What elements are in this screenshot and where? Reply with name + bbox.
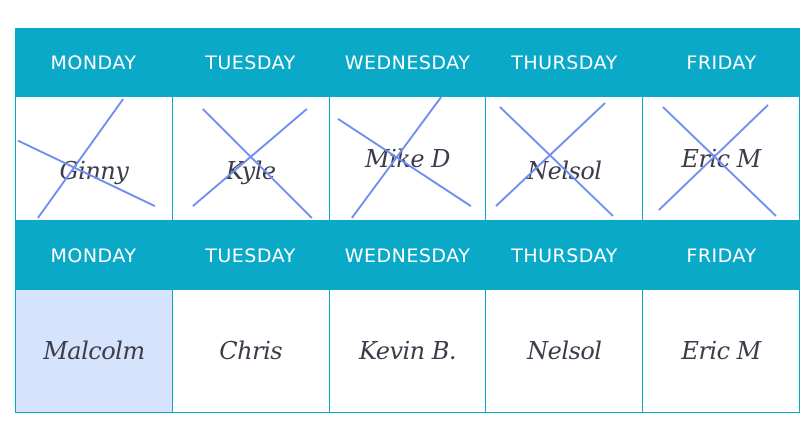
- day-header-wednesday: WEDNESDAY: [344, 244, 471, 267]
- assignee-name: Chris: [219, 337, 283, 365]
- day-header-friday: FRIDAY: [686, 244, 757, 267]
- day-header-thursday: THURSDAY: [511, 244, 618, 267]
- day-header-tuesday: TUESDAY: [205, 51, 296, 74]
- assignee-name: Eric M: [681, 337, 761, 365]
- day-header-wednesday: WEDNESDAY: [344, 51, 471, 74]
- day-header-tuesday: TUESDAY: [205, 244, 296, 267]
- week2-names-row: Malcolm Chris Kevin B. Nelsol Eric M: [15, 290, 800, 413]
- week2-cell-monday[interactable]: Malcolm: [15, 290, 172, 413]
- week1-names-row: Ginny Kyle Mike D Nelsol Eric M: [15, 97, 800, 221]
- assignee-name: Kevin B.: [358, 337, 457, 365]
- assignee-name: Malcolm: [43, 337, 145, 365]
- day-header-monday: MONDAY: [50, 51, 137, 74]
- week1-cell-tuesday[interactable]: Kyle: [171, 97, 329, 221]
- day-header-friday: FRIDAY: [686, 51, 757, 74]
- week2-cell-thursday[interactable]: Nelsol: [485, 290, 643, 413]
- week1-cell-monday[interactable]: Ginny: [15, 97, 172, 221]
- day-header-monday: MONDAY: [50, 244, 137, 267]
- day-header-thursday: THURSDAY: [511, 51, 618, 74]
- assignee-name: Eric M: [681, 144, 761, 173]
- assignee-name: Ginny: [59, 156, 129, 185]
- week2-cell-tuesday[interactable]: Chris: [171, 290, 329, 413]
- week2-header-row: MONDAY TUESDAY WEDNESDAY THURSDAY FRIDAY: [15, 221, 800, 290]
- week2-cell-wednesday[interactable]: Kevin B.: [328, 290, 486, 413]
- week2-cell-friday[interactable]: Eric M: [642, 290, 800, 413]
- week1-header-row: MONDAY TUESDAY WEDNESDAY THURSDAY FRIDAY: [15, 28, 800, 97]
- week1-cell-friday[interactable]: Eric M: [642, 97, 800, 221]
- assignee-name: Kyle: [225, 156, 276, 185]
- schedule-grid: MONDAY TUESDAY WEDNESDAY THURSDAY FRIDAY…: [15, 28, 800, 413]
- assignee-name: Nelsol: [527, 337, 602, 365]
- assignee-name: Nelsol: [527, 156, 602, 185]
- assignee-name: Mike D: [365, 144, 450, 173]
- week1-cell-thursday[interactable]: Nelsol: [485, 97, 643, 221]
- week1-cell-wednesday[interactable]: Mike D: [328, 97, 486, 221]
